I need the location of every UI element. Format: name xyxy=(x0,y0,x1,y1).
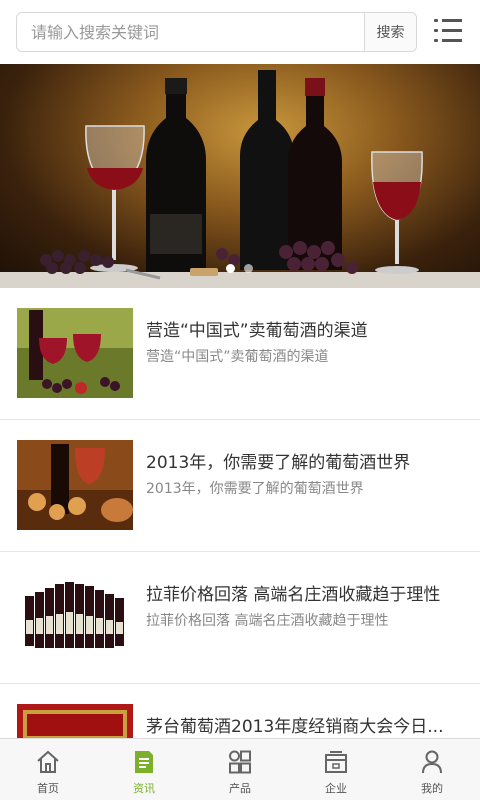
tab-label: 资讯 xyxy=(133,782,155,795)
news-item[interactable]: 2013年，你需要了解的葡萄酒世界 2013年，你需要了解的葡萄酒世界 xyxy=(0,420,480,552)
carousel-dot[interactable] xyxy=(244,264,253,273)
news-thumbnail xyxy=(17,572,133,662)
banner-carousel[interactable] xyxy=(0,64,480,288)
search-box: 搜索 xyxy=(16,12,417,52)
tab-home[interactable]: 首页 xyxy=(0,739,96,800)
news-title[interactable]: 2013年，你需要了解的葡萄酒世界 xyxy=(146,448,466,473)
search-button[interactable]: 搜索 xyxy=(364,13,416,51)
news-thumbnail xyxy=(17,308,133,398)
news-title[interactable]: 茅台葡萄酒2013年度经销商大会今日... xyxy=(146,712,466,737)
carousel-dot-active[interactable] xyxy=(226,264,235,273)
news-summary: 营造“中国式”卖葡萄酒的渠道 xyxy=(146,349,329,365)
news-summary: 拉菲价格回落 高端名庄酒收藏趋于理性 xyxy=(146,613,389,629)
search-input[interactable] xyxy=(17,13,365,51)
header: 搜索 xyxy=(0,0,480,64)
carousel-indicator xyxy=(222,264,258,274)
news-icon xyxy=(135,751,153,773)
tab-label: 企业 xyxy=(325,782,347,795)
tab-label: 我的 xyxy=(421,782,443,795)
banner-image xyxy=(0,70,480,288)
tab-company[interactable]: 企业 xyxy=(288,739,384,800)
news-item[interactable]: 拉菲价格回落 高端名庄酒收藏趋于理性 拉菲价格回落 高端名庄酒收藏趋于理性 xyxy=(0,552,480,684)
building-icon xyxy=(325,751,347,773)
news-title[interactable]: 拉菲价格回落 高端名庄酒收藏趋于理性 xyxy=(146,580,466,605)
tab-mine[interactable]: 我的 xyxy=(384,739,480,800)
news-item[interactable]: 营造“中国式”卖葡萄酒的渠道 营造“中国式”卖葡萄酒的渠道 xyxy=(0,288,480,420)
tab-label: 产品 xyxy=(229,782,251,795)
news-thumbnail xyxy=(17,440,133,530)
tab-news[interactable]: 资讯 xyxy=(96,739,192,800)
grid-icon xyxy=(229,750,251,774)
home-icon xyxy=(37,750,59,773)
news-summary: 2013年，你需要了解的葡萄酒世界 xyxy=(146,481,364,497)
tab-products[interactable]: 产品 xyxy=(192,739,288,800)
bottom-tab-bar: 首页 资讯 产品 企业 我的 xyxy=(0,738,480,800)
tab-label: 首页 xyxy=(37,782,59,795)
menu-icon[interactable] xyxy=(434,18,462,44)
user-icon xyxy=(422,750,442,774)
news-title[interactable]: 营造“中国式”卖葡萄酒的渠道 xyxy=(146,316,466,341)
